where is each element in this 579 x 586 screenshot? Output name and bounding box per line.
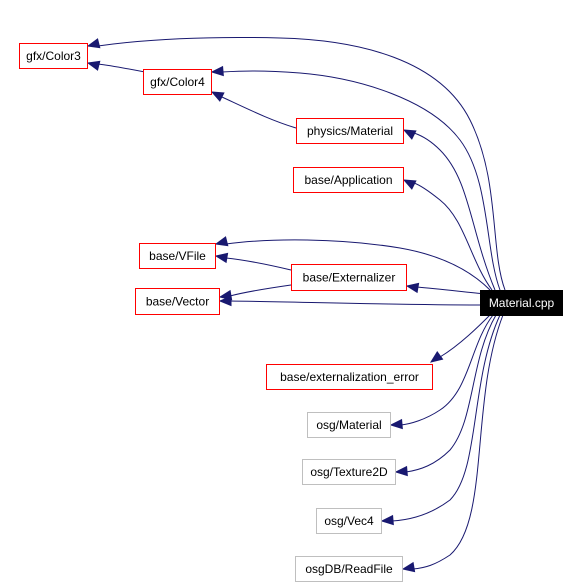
- node-ext[interactable]: base/Externalizer: [291, 264, 407, 291]
- arrowhead-icon: [429, 350, 444, 363]
- edge-line: [439, 314, 491, 358]
- nodes-layer: Material.cpp gfx/Color3 gfx/Color4 physics/…: [19, 43, 563, 582]
- node-label: gfx/Color4: [150, 75, 205, 89]
- edge-root-to-ext: [405, 282, 487, 295]
- node-label: Material.cpp: [489, 296, 555, 310]
- arrowhead-icon: [402, 129, 417, 140]
- edge-ext-to-vfile: [214, 252, 292, 271]
- arrowhead-icon: [401, 561, 416, 573]
- edge-line: [412, 314, 504, 570]
- node-color4[interactable]: gfx/Color4: [143, 69, 212, 95]
- node-vector[interactable]: base/Vector: [135, 288, 220, 315]
- arrowhead-icon: [389, 418, 403, 430]
- node-label: base/externalization_error: [280, 370, 419, 384]
- edge-root-to-app: [402, 179, 493, 291]
- arrowhead-icon: [380, 514, 394, 526]
- arrowhead-icon: [86, 38, 101, 49]
- node-label: physics/Material: [307, 124, 393, 138]
- edge-root-to-vector: [218, 295, 481, 307]
- node-app[interactable]: base/Application: [293, 167, 404, 193]
- arrowhead-icon: [86, 60, 101, 71]
- arrowhead-icon: [214, 252, 229, 264]
- node-osgmat[interactable]: osg/Material: [307, 412, 391, 438]
- node-label: base/Vector: [146, 295, 209, 309]
- node-label: osg/Material: [316, 418, 381, 432]
- node-root[interactable]: Material.cpp: [480, 290, 563, 316]
- edge-line: [229, 284, 292, 297]
- arrowhead-icon: [210, 91, 225, 102]
- edge-line: [221, 96, 297, 129]
- edge-ext-to-vector: [218, 284, 292, 301]
- edge-line: [405, 314, 497, 473]
- node-label: base/Externalizer: [303, 271, 396, 285]
- arrowhead-icon: [210, 65, 224, 77]
- node-label: osg/Texture2D: [310, 465, 388, 479]
- edge-root-to-readfile: [401, 314, 504, 573]
- edge-physmat-to-color4: [210, 91, 297, 129]
- edge-line: [391, 314, 501, 522]
- edge-line: [225, 257, 292, 271]
- arrowhead-icon: [218, 289, 233, 301]
- arrowhead-icon: [394, 465, 408, 477]
- node-label: gfx/Color3: [26, 49, 81, 63]
- node-vfile[interactable]: base/VFile: [139, 243, 216, 269]
- arrowhead-icon: [402, 179, 417, 190]
- arrowhead-icon: [405, 282, 420, 294]
- node-color3[interactable]: gfx/Color3: [19, 43, 88, 69]
- edge-line: [413, 182, 493, 291]
- node-label: base/Application: [304, 173, 392, 187]
- edge-root-to-exterr: [429, 314, 491, 363]
- node-label: osg/Vec4: [324, 514, 374, 528]
- node-tex2d[interactable]: osg/Texture2D: [302, 459, 396, 485]
- dependency-graph: Material.cpp gfx/Color3 gfx/Color4 physics/…: [19, 36, 563, 582]
- node-vec4[interactable]: osg/Vec4: [316, 508, 382, 534]
- node-readfile[interactable]: osgDB/ReadFile: [295, 556, 403, 582]
- edge-line: [229, 300, 481, 306]
- edge-root-to-tex2d: [394, 314, 497, 477]
- arrowhead-icon: [214, 236, 229, 247]
- node-exterr[interactable]: base/externalization_error: [266, 364, 433, 390]
- edge-line: [413, 132, 496, 291]
- node-physmat[interactable]: physics/Material: [296, 118, 404, 144]
- node-label: base/VFile: [149, 249, 206, 263]
- edge-line: [416, 286, 487, 295]
- node-label: osgDB/ReadFile: [305, 562, 393, 576]
